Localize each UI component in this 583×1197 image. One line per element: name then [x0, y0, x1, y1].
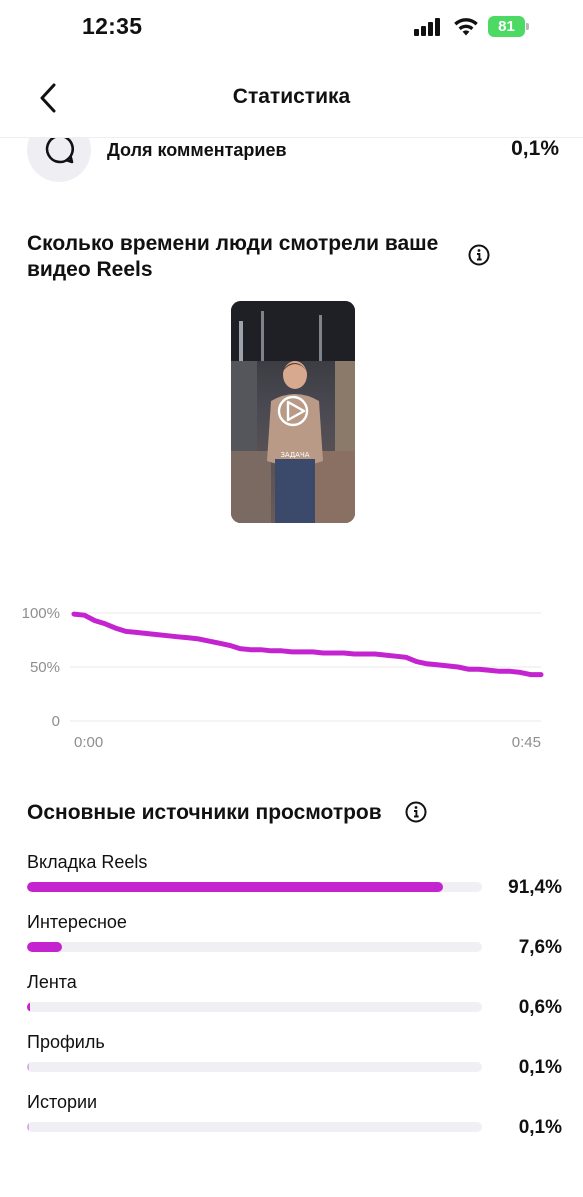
watch-time-title: Сколько времени люди смотрели ваше видео… — [27, 231, 438, 283]
source-item: Истории 0,1% — [27, 1092, 562, 1152]
sources-title: Основные источники просмотров — [27, 801, 382, 824]
source-value: 7,6% — [518, 937, 562, 958]
source-label: Профиль — [27, 1032, 105, 1052]
source-item: Вкладка Reels 91,4% — [27, 852, 562, 912]
metric-value: 0,1% — [511, 137, 559, 160]
source-bar-fill — [27, 942, 62, 952]
reel-thumbnail[interactable]: ЗАДАЧА — [231, 301, 355, 523]
thumbnail-caption: ЗАДАЧА — [280, 451, 309, 459]
source-item: Интересное 7,6% — [27, 912, 562, 972]
source-bar-track — [27, 942, 482, 952]
source-item: Профиль 0,1% — [27, 1032, 562, 1092]
source-value: 0,1% — [518, 1117, 562, 1138]
source-bar-fill — [27, 1122, 29, 1132]
y-tick-label: 50% — [30, 659, 60, 676]
source-item: Лента 0,6% — [27, 972, 562, 1032]
source-bar-fill — [27, 1062, 29, 1072]
status-time: 12:35 — [82, 13, 143, 39]
source-value: 0,6% — [518, 997, 562, 1018]
source-label: Интересное — [27, 912, 127, 932]
sources-info-icon[interactable] — [405, 801, 427, 823]
source-bar-fill — [27, 882, 443, 892]
source-bar-track — [27, 1002, 482, 1012]
nav-bar: Статистика — [0, 56, 583, 138]
source-bar-track — [27, 1122, 482, 1132]
y-tick-label: 100% — [22, 605, 60, 622]
source-value: 91,4% — [508, 877, 562, 898]
source-label: Истории — [27, 1092, 98, 1112]
watch-time-title-line1: Сколько времени люди смотрели ваше — [27, 232, 439, 255]
battery-icon: 81 — [488, 16, 530, 37]
x-tick-label: 0:00 — [74, 734, 103, 751]
watch-time-title-line2: видео Reels — [27, 258, 153, 281]
y-tick-label: 0 — [52, 713, 60, 730]
x-tick-label: 0:45 — [512, 734, 541, 751]
page-title: Статистика — [232, 85, 351, 108]
source-bar-track — [27, 882, 482, 892]
source-label: Вкладка Reels — [27, 852, 148, 872]
source-label: Лента — [27, 972, 77, 992]
retention-line — [71, 611, 544, 678]
retention-chart-svg: 0 50% 100% 0:00 0:45 — [22, 605, 544, 751]
wifi-icon — [454, 18, 478, 36]
reel-thumbnail-image: ЗАДАЧА — [231, 301, 355, 523]
source-value: 0,1% — [518, 1057, 562, 1078]
source-bar-fill — [27, 1002, 30, 1012]
info-icon[interactable] — [468, 244, 490, 266]
retention-chart: 0 50% 100% 0:00 0:45 — [0, 592, 583, 762]
metric-label: Доля комментариев — [107, 140, 287, 160]
cellular-signal-icon — [414, 18, 444, 36]
battery-level: 81 — [498, 18, 515, 35]
source-bar-track — [27, 1062, 482, 1072]
status-bar: 12:35 81 — [0, 0, 583, 56]
